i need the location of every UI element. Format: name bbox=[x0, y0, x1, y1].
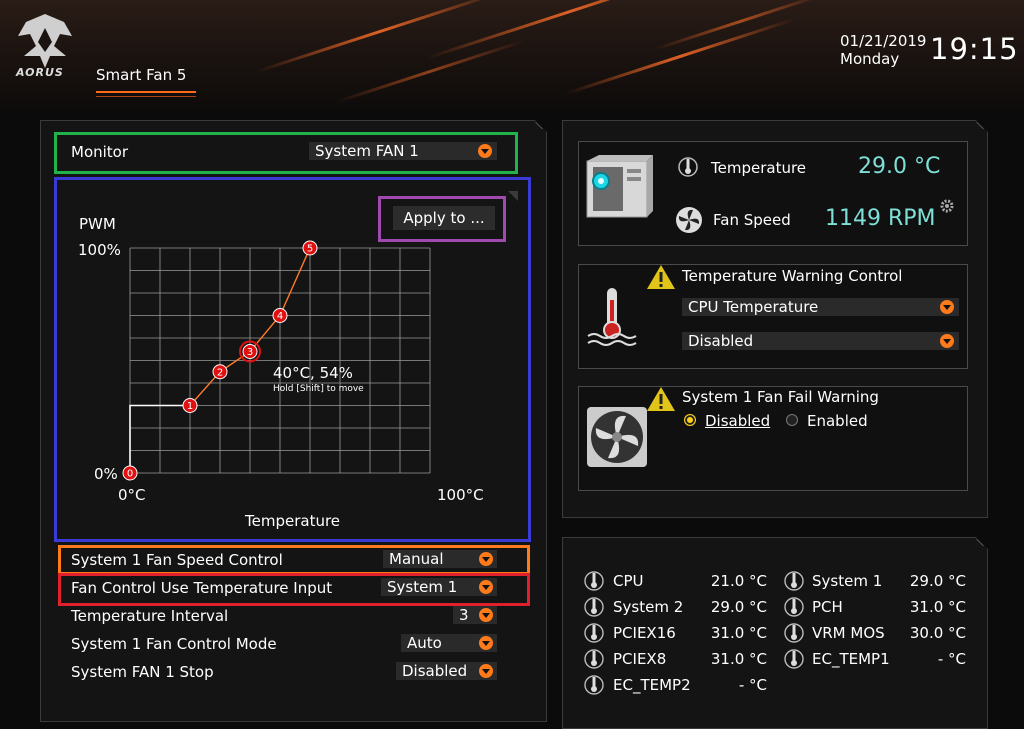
thermometer-icon bbox=[678, 157, 698, 177]
x-axis-title: Temperature bbox=[245, 512, 341, 530]
pc-case-icon bbox=[586, 155, 653, 218]
thermometer-icon bbox=[584, 571, 604, 591]
setting-label-speed-control: System 1 Fan Speed Control bbox=[71, 551, 283, 569]
thermometer-icon bbox=[584, 623, 604, 643]
x-max-label: 100°C bbox=[437, 486, 484, 504]
fan-speed-label: Fan Speed bbox=[713, 211, 791, 229]
thermometer-icon bbox=[784, 623, 804, 643]
chevron-down-icon bbox=[478, 144, 492, 158]
setting-label-fan-stop: System FAN 1 Stop bbox=[71, 663, 214, 681]
sensor-name: VRM MOS bbox=[812, 624, 885, 642]
fan-fail-disabled-label[interactable]: Disabled bbox=[705, 412, 770, 430]
temp-warning-title: Temperature Warning Control bbox=[682, 267, 903, 285]
thermometer-icon bbox=[584, 649, 604, 669]
svg-text:4: 4 bbox=[277, 311, 283, 322]
chart-grid bbox=[129, 247, 431, 474]
sensor-name: PCIEX8 bbox=[613, 650, 667, 668]
sensor-name: PCH bbox=[812, 598, 843, 616]
warning-icon bbox=[647, 265, 675, 289]
tab-smart-fan[interactable]: Smart Fan 5 bbox=[96, 66, 186, 84]
thermometer-icon bbox=[784, 571, 804, 591]
monitor-select[interactable]: System FAN 1 bbox=[309, 142, 497, 160]
warning-icon bbox=[647, 387, 675, 411]
setting-label-temp-input: Fan Control Use Temperature Input bbox=[71, 579, 333, 597]
svg-text:3: 3 bbox=[247, 347, 253, 358]
sensor-value: 29.0 °C bbox=[909, 572, 966, 590]
thermometer-icon bbox=[584, 675, 604, 695]
svg-text:2: 2 bbox=[217, 367, 223, 378]
sensor-name: EC_TEMP1 bbox=[812, 650, 890, 668]
svg-text:5: 5 bbox=[307, 244, 313, 255]
fan-fail-disabled-radio[interactable] bbox=[684, 414, 696, 426]
speed-control-select[interactable]: Manual bbox=[383, 550, 497, 568]
setting-label-control-mode: System 1 Fan Control Mode bbox=[71, 635, 277, 653]
fan-fail-title: System 1 Fan Fail Warning bbox=[682, 388, 879, 406]
temperature-label: Temperature bbox=[711, 159, 807, 177]
temp-source-select[interactable]: CPU Temperature bbox=[682, 298, 959, 316]
tooltip-hint: Hold [Shift] to move bbox=[273, 384, 364, 394]
monitor-label: Monitor bbox=[71, 143, 129, 161]
temp-warning-select[interactable]: Disabled bbox=[682, 332, 959, 350]
chevron-down-icon bbox=[479, 664, 493, 678]
sensor-name: System 2 bbox=[613, 598, 684, 616]
sensor-value: 31.0 °C bbox=[710, 650, 767, 668]
sensor-name: System 1 bbox=[812, 572, 883, 590]
svg-text:0: 0 bbox=[127, 469, 133, 480]
sensor-value: 31.0 °C bbox=[710, 624, 767, 642]
curve-point-5[interactable]: 5 bbox=[302, 240, 318, 256]
monitor-select-value: System FAN 1 bbox=[315, 142, 419, 160]
sensor-name: PCIEX16 bbox=[613, 624, 676, 642]
curve-point-4[interactable]: 4 bbox=[272, 308, 288, 323]
apply-to-button[interactable]: Apply to ... bbox=[393, 206, 495, 230]
svg-text:1: 1 bbox=[187, 401, 193, 412]
x-min-label: 0°C bbox=[118, 486, 146, 504]
chevron-down-icon bbox=[479, 608, 493, 622]
y-axis-title: PWM bbox=[79, 215, 116, 233]
tab-underline bbox=[96, 91, 196, 93]
chevron-down-icon bbox=[940, 300, 954, 314]
curve-point-2[interactable]: 2 bbox=[212, 364, 228, 380]
control-mode-select[interactable]: Auto bbox=[401, 634, 497, 652]
fan-speed-value: 1149 RPM bbox=[825, 206, 936, 231]
fan-fail-enabled-radio[interactable] bbox=[786, 414, 798, 426]
day-text: Monday bbox=[840, 50, 900, 68]
clock: 19:15 bbox=[930, 32, 1019, 66]
thermometer-icon bbox=[784, 649, 804, 669]
sensor-value: - °C bbox=[738, 676, 767, 694]
temp-input-select[interactable]: System 1 bbox=[381, 578, 497, 596]
fan-fail-enabled-label[interactable]: Enabled bbox=[807, 412, 868, 430]
sensor-value: 21.0 °C bbox=[710, 572, 767, 590]
setting-label-temp-interval: Temperature Interval bbox=[71, 607, 229, 625]
fan-curve-chart[interactable]: 0 1 2 3 4 5 bbox=[110, 235, 470, 485]
curve-point-1[interactable]: 1 bbox=[182, 398, 198, 413]
fan-icon bbox=[676, 207, 702, 233]
sensor-name: EC_TEMP2 bbox=[613, 676, 691, 694]
fan-stop-select[interactable]: Disabled bbox=[396, 662, 497, 680]
chevron-down-icon bbox=[479, 580, 493, 594]
temp-interval-select[interactable]: 3 bbox=[453, 606, 497, 624]
temperature-value: 29.0 °C bbox=[858, 154, 941, 179]
curve-point-3[interactable]: 3 bbox=[239, 340, 261, 363]
tooltip-value: 40°C, 54% bbox=[273, 364, 353, 382]
sensor-value: 29.0 °C bbox=[710, 598, 767, 616]
case-fan-icon bbox=[587, 407, 647, 467]
chevron-down-icon bbox=[479, 552, 493, 566]
chevron-down-icon bbox=[940, 334, 954, 348]
header-bar: AORUS Smart Fan 5 01/21/2019 Monday 19:1… bbox=[0, 0, 1024, 110]
gear-icon[interactable] bbox=[939, 198, 955, 214]
sensor-value: 31.0 °C bbox=[909, 598, 966, 616]
sensor-value: 30.0 °C bbox=[909, 624, 966, 642]
thermometer-icon bbox=[584, 597, 604, 617]
curve-point-0[interactable]: 0 bbox=[122, 465, 138, 481]
sensor-value: - °C bbox=[937, 650, 966, 668]
date-text: 01/21/2019 bbox=[840, 32, 927, 50]
logo-text: AORUS bbox=[16, 66, 64, 79]
chevron-down-icon bbox=[479, 636, 493, 650]
heat-thermometer-icon bbox=[587, 288, 637, 346]
sensor-name: CPU bbox=[613, 572, 644, 590]
thermometer-icon bbox=[784, 597, 804, 617]
